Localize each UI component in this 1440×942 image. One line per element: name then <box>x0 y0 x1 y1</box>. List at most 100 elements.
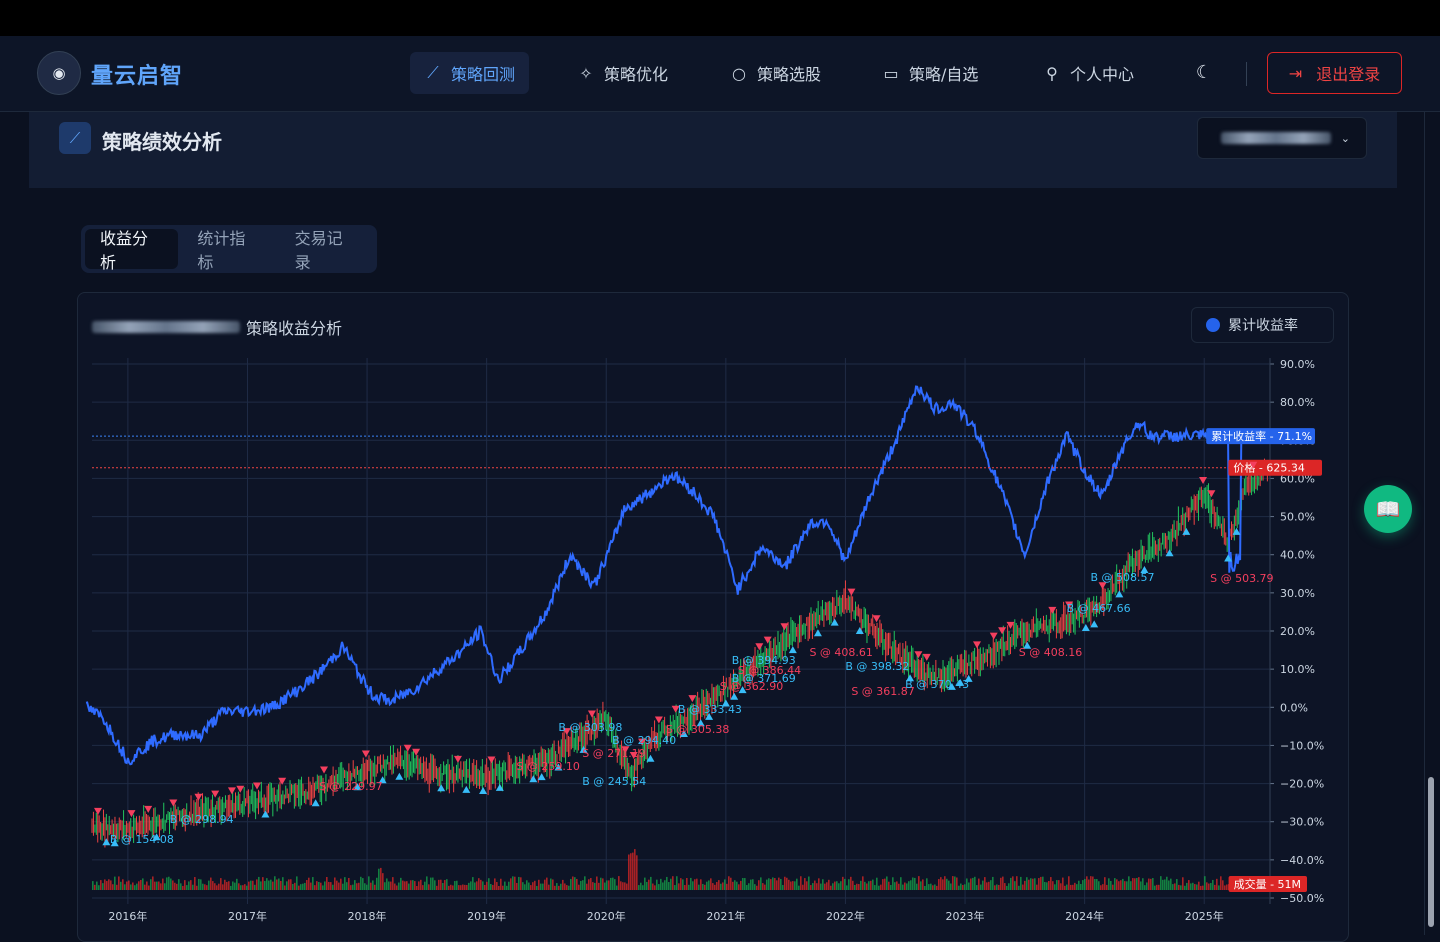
volume-bar <box>958 885 960 890</box>
sell-marker <box>847 588 856 596</box>
volume-bar <box>926 878 928 890</box>
sell-marker <box>227 787 236 795</box>
volume-bar <box>214 883 216 890</box>
volume-bar <box>1042 876 1044 890</box>
volume-bar <box>128 880 130 890</box>
volume-bar <box>528 882 530 890</box>
volume-bar <box>196 885 198 890</box>
volume-bar <box>504 881 506 890</box>
sell-marker <box>1199 476 1208 484</box>
volume-bar <box>1174 883 1176 890</box>
volume-bar <box>558 885 560 890</box>
volume-bar <box>116 884 118 890</box>
y-tick-label: 50.0% <box>1280 511 1315 524</box>
volume-bar <box>1134 878 1136 890</box>
volume-bar <box>114 876 116 890</box>
volume-bar <box>392 877 394 890</box>
volume-bar <box>494 878 496 890</box>
volume-bar <box>510 878 512 890</box>
volume-bar <box>150 879 152 890</box>
volume-bar <box>1116 879 1118 890</box>
volume-bar <box>866 883 868 890</box>
sell-marker <box>127 810 136 818</box>
volume-bar <box>710 878 712 890</box>
y-tick-label: −30.0% <box>1280 816 1324 829</box>
volume-bar <box>386 878 388 890</box>
volume-bar <box>152 876 154 890</box>
volume-bar <box>222 884 224 890</box>
volume-bar <box>474 882 476 890</box>
volume-bar <box>468 882 470 890</box>
buy-marker <box>1182 527 1191 535</box>
volume-bar <box>218 883 220 890</box>
book-open-icon[interactable]: 📖 <box>1364 485 1412 533</box>
volume-bar <box>840 881 842 890</box>
page-scrollbar[interactable] <box>1424 112 1436 935</box>
x-tick-label: 2023年 <box>946 909 985 923</box>
volume-bar <box>848 879 850 890</box>
volume-bar <box>408 883 410 890</box>
volume-bar <box>338 882 340 890</box>
volume-bar <box>416 885 418 890</box>
volume-bar <box>278 878 280 890</box>
volume-bar <box>668 882 670 890</box>
volume-bar <box>328 881 330 890</box>
volume-bar <box>452 885 454 890</box>
volume-bar <box>706 881 708 890</box>
volume-bar <box>1182 877 1184 890</box>
sell-marker <box>872 615 881 623</box>
volume-bar <box>258 876 260 890</box>
performance-chart[interactable]: 90.0%80.0%70.0%60.0%50.0%40.0%30.0%20.0%… <box>0 0 1440 935</box>
volume-bar <box>612 877 614 890</box>
volume-bar <box>906 883 908 890</box>
volume-bar <box>658 884 660 890</box>
volume-bar <box>346 882 348 890</box>
volume-bar <box>440 879 442 890</box>
volume-bar <box>818 878 820 890</box>
volume-bar <box>792 881 794 890</box>
volume-bar <box>662 882 664 890</box>
volume-bar <box>886 876 888 890</box>
scrollbar-thumb[interactable] <box>1428 777 1434 927</box>
volume-bar <box>1086 876 1088 890</box>
buy-trade-label: B @ 333.43 <box>678 703 742 716</box>
volume-bar <box>176 883 178 890</box>
volume-bar <box>1106 884 1108 890</box>
volume-bar <box>342 883 344 890</box>
volume-bar <box>1222 880 1224 890</box>
volume-bar <box>624 882 626 890</box>
sell-trade-label: S @ 229.97 <box>319 780 382 793</box>
volume-bar <box>696 878 698 890</box>
volume-badge: 成交量 - 51M <box>1234 877 1301 891</box>
volume-bar <box>892 877 894 890</box>
volume-bar <box>730 877 732 890</box>
volume-bar <box>1032 878 1034 890</box>
volume-bar <box>776 880 778 890</box>
volume-bar <box>608 880 610 890</box>
volume-bar <box>96 881 98 890</box>
y-tick-label: 30.0% <box>1280 587 1315 600</box>
volume-bar <box>272 881 274 890</box>
volume-bar <box>1224 885 1226 890</box>
volume-bar <box>968 882 970 890</box>
sell-trade-label: S @ 408.61 <box>809 646 872 659</box>
volume-bar <box>1120 880 1122 890</box>
volume-bar <box>1170 878 1172 890</box>
volume-bar <box>268 880 270 890</box>
volume-bar <box>858 884 860 890</box>
volume-bar <box>824 883 826 890</box>
volume-bar <box>372 880 374 890</box>
volume-bar <box>516 882 518 890</box>
volume-bar <box>580 880 582 890</box>
volume-bar <box>1008 883 1010 890</box>
volume-bar <box>398 882 400 890</box>
volume-bar <box>650 876 652 890</box>
volume-bar <box>394 883 396 890</box>
buy-marker <box>537 773 546 781</box>
volume-bar <box>302 883 304 890</box>
volume-bar <box>994 885 996 890</box>
volume-bar <box>1050 877 1052 890</box>
volume-bar <box>164 883 166 890</box>
volume-bar <box>1034 878 1036 890</box>
volume-bar <box>902 884 904 890</box>
